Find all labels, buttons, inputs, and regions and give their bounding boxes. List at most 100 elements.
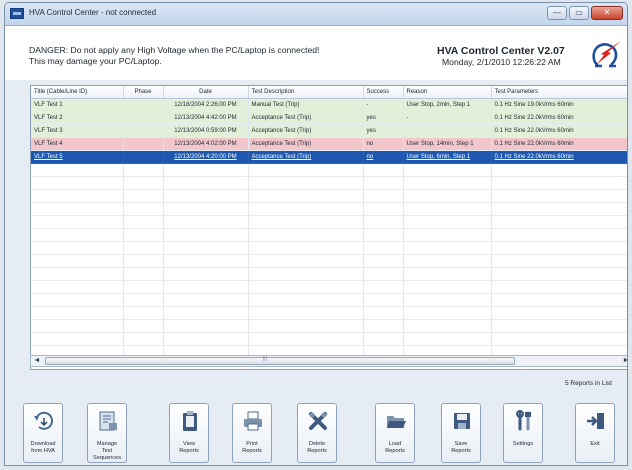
empty-cell — [163, 202, 249, 216]
empty-cell — [491, 241, 627, 255]
column-header-reason[interactable]: Reason — [403, 86, 492, 99]
empty-cell — [403, 280, 492, 294]
table-row[interactable]: VLF Test 5 12/13/2004 4:20:00 PM Acceptanc… — [31, 150, 627, 164]
settings-button[interactable]: Settings — [503, 403, 543, 463]
empty-cell — [491, 202, 627, 216]
empty-cell — [363, 228, 404, 242]
empty-cell — [491, 176, 627, 190]
table-row[interactable]: VLF Test 4 12/13/2004 4:02:00 PM Acceptanc… — [31, 137, 627, 151]
cell-params: 0.1 Hz Sine 22.0kVrms 60min — [491, 150, 627, 164]
download-label: Download from HVA — [30, 441, 56, 454]
scroll-left-icon[interactable]: ◄ — [31, 356, 43, 366]
cell-reason: User Stop, 14min, Step 1 — [403, 137, 492, 151]
exit-button[interactable]: Exit — [575, 403, 615, 463]
empty-cell — [163, 176, 249, 190]
horizontal-scrollbar[interactable]: ◄ ||| ► — [30, 355, 627, 367]
cell-title: VLF Test 3 — [31, 124, 124, 138]
maximize-button[interactable]: ▭ — [569, 6, 589, 20]
empty-cell — [123, 293, 164, 307]
empty-row — [31, 228, 627, 242]
empty-cell — [31, 189, 124, 203]
save-reports-button[interactable]: Save Reports — [441, 403, 481, 463]
empty-cell — [123, 280, 164, 294]
table-header-row: Title (Cable/Line ID) Phase Date Test De… — [31, 86, 627, 99]
empty-row — [31, 163, 627, 177]
load-label: Load Reports — [385, 441, 405, 454]
cell-params: 0.1 Hz Sine 22.0kVrms 60min — [491, 111, 627, 125]
cell-description: Acceptance Test (Trip) — [248, 137, 364, 151]
manage-sequences-button[interactable]: Manage Test Sequences — [87, 403, 127, 463]
column-header-parameters[interactable]: Test Parameters — [491, 86, 627, 99]
empty-cell — [31, 241, 124, 255]
empty-cell — [248, 241, 364, 255]
empty-cell — [491, 228, 627, 242]
column-header-date[interactable]: Date — [163, 86, 249, 99]
empty-cell — [31, 176, 124, 190]
cell-description: Acceptance Test (Trip) — [248, 150, 364, 164]
table-row[interactable]: VLF Test 2 12/13/2004 4:42:00 PM Acceptanc… — [31, 111, 627, 125]
cell-success: no — [363, 150, 404, 164]
reports-table[interactable]: Title (Cable/Line ID) Phase Date Test De… — [30, 85, 627, 370]
empty-cell — [248, 215, 364, 229]
empty-cell — [248, 163, 364, 177]
empty-cell — [491, 306, 627, 320]
app-date: Monday, 2/1/2010 12:26:22 AM — [442, 57, 561, 67]
cell-phase — [123, 137, 164, 151]
empty-cell — [491, 267, 627, 281]
table-row[interactable]: VLF Test 3 12/13/2004 0:59:00 PM Acceptanc… — [31, 124, 627, 138]
column-header-title[interactable]: Title (Cable/Line ID) — [31, 86, 124, 99]
empty-cell — [363, 215, 404, 229]
empty-cell — [248, 254, 364, 268]
open-folder-icon — [387, 416, 406, 428]
report-count: 5 Reports in List — [565, 380, 612, 387]
empty-cell — [123, 332, 164, 346]
cell-reason — [403, 124, 492, 138]
empty-cell — [363, 319, 404, 333]
column-header-description[interactable]: Test Description — [248, 86, 364, 99]
empty-cell — [31, 202, 124, 216]
delete-reports-button[interactable]: Delete Reports — [297, 403, 337, 463]
cell-reason: User Stop, 2min, Step 1 — [403, 98, 492, 112]
empty-cell — [248, 319, 364, 333]
column-header-phase[interactable]: Phase — [123, 86, 164, 99]
empty-row — [31, 267, 627, 281]
close-button[interactable]: ✕ — [591, 6, 623, 20]
empty-cell — [248, 189, 364, 203]
danger-line-2: This may damage your PC/Laptop. — [29, 56, 162, 66]
download-button[interactable]: Download from HVA — [23, 403, 63, 463]
manage-label: Manage Test Sequences — [93, 441, 121, 461]
view-reports-button[interactable]: View Reports — [169, 403, 209, 463]
scroll-grip-icon: ||| — [263, 356, 267, 362]
cell-success: - — [363, 98, 404, 112]
scroll-thumb[interactable] — [45, 357, 515, 365]
empty-cell — [123, 267, 164, 281]
empty-cell — [123, 202, 164, 216]
column-header-success[interactable]: Success — [363, 86, 404, 99]
cell-success: yes — [363, 124, 404, 138]
main-window: HVA Control Center - not connected — ▭ ✕… — [4, 2, 628, 466]
cell-success: no — [363, 137, 404, 151]
load-reports-button[interactable]: Load Reports — [375, 403, 415, 463]
empty-cell — [403, 241, 492, 255]
empty-row — [31, 189, 627, 203]
empty-cell — [31, 215, 124, 229]
empty-cell — [123, 241, 164, 255]
cell-description: Acceptance Test (Trip) — [248, 111, 364, 125]
save-label: Save Reports — [451, 441, 471, 454]
exit-label: Exit — [590, 441, 600, 447]
empty-cell — [123, 163, 164, 177]
cell-title: VLF Test 2 — [31, 111, 124, 125]
cell-date: 12/13/2004 0:59:00 PM — [163, 124, 249, 138]
empty-cell — [123, 176, 164, 190]
empty-cell — [163, 293, 249, 307]
header-panel: DANGER: Do not apply any High Voltage wh… — [5, 26, 627, 80]
print-reports-button[interactable]: Print Reports — [232, 403, 272, 463]
empty-cell — [123, 189, 164, 203]
minimize-button[interactable]: — — [547, 6, 567, 20]
cell-phase — [123, 124, 164, 138]
empty-cell — [403, 176, 492, 190]
scroll-right-icon[interactable]: ► — [620, 356, 627, 366]
table-row[interactable]: VLF Test 1 12/18/2004 2:26:00 PM Manual Te… — [31, 98, 627, 112]
empty-cell — [163, 254, 249, 268]
empty-cell — [363, 176, 404, 190]
